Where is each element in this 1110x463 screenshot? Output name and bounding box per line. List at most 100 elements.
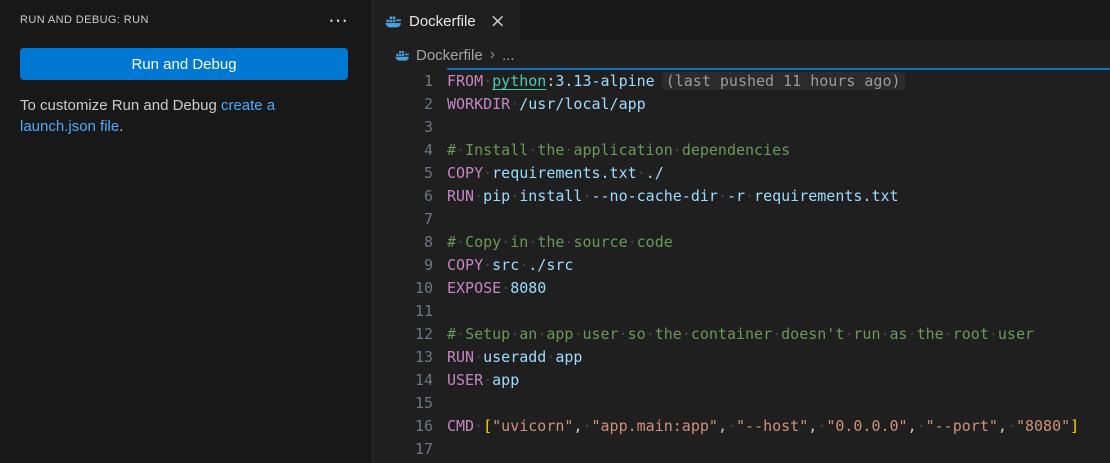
code-token: application xyxy=(573,141,672,159)
code-token: code xyxy=(637,233,673,251)
whitespace-dot: · xyxy=(483,164,492,182)
code-token: app xyxy=(555,348,582,366)
whitespace-dot: · xyxy=(989,325,998,343)
code-line[interactable]: 13RUN·useradd·app xyxy=(373,346,1110,369)
code-token: , xyxy=(908,417,917,435)
breadcrumb-file[interactable]: Dockerfile xyxy=(416,47,483,64)
run-and-debug-button[interactable]: Run and Debug xyxy=(20,48,348,80)
code-line[interactable]: 11 xyxy=(373,300,1110,323)
code-line[interactable]: 5COPY·requirements.txt·./ xyxy=(373,162,1110,185)
code-token: "--host" xyxy=(736,417,808,435)
code-line[interactable]: 17 xyxy=(373,438,1110,461)
code-token: src xyxy=(492,256,519,274)
code-token: 8080 xyxy=(510,279,546,297)
code-token: app xyxy=(492,371,519,389)
code-token: /usr/local/app xyxy=(519,95,645,113)
code-line[interactable]: 6RUN·pip·install·--no-cache-dir·-r·requi… xyxy=(373,185,1110,208)
whitespace-dot: · xyxy=(519,256,528,274)
image-name-link[interactable]: python xyxy=(492,72,546,90)
whitespace-dot: · xyxy=(745,187,754,205)
whitespace-dot: · xyxy=(908,325,917,343)
whitespace-dot: · xyxy=(1007,417,1016,435)
launch-json-link[interactable]: launch.json file xyxy=(20,118,119,135)
line-number[interactable]: 17 xyxy=(373,438,433,461)
code-line[interactable]: 9COPY·src·./src xyxy=(373,254,1110,277)
whitespace-dot: · xyxy=(682,325,691,343)
code-token: user xyxy=(998,325,1034,343)
line-number[interactable]: 14 xyxy=(373,369,433,392)
code-token: doesn't xyxy=(781,325,844,343)
hint-period: . xyxy=(119,118,123,135)
code-line[interactable]: 3 xyxy=(373,116,1110,139)
code-line[interactable]: 4#·Install·the·application·dependencies xyxy=(373,139,1110,162)
code-token: install xyxy=(519,187,582,205)
code-token: as xyxy=(890,325,908,343)
whitespace-dot: · xyxy=(917,417,926,435)
code-line[interactable]: 1FROM·python:3.13-alpine(last pushed 11 … xyxy=(373,70,1110,93)
whitespace-dot: · xyxy=(528,141,537,159)
code-line-content: WORKDIR·/usr/local/app xyxy=(447,93,646,116)
line-number[interactable]: 5 xyxy=(373,162,433,185)
code-token: COPY xyxy=(447,256,483,274)
line-number[interactable]: 3 xyxy=(373,116,433,139)
launch-json-link[interactable]: create a xyxy=(221,97,275,114)
code-token: "--port" xyxy=(926,417,998,435)
code-line[interactable]: 16CMD·["uvicorn",·"app.main:app",·"--hos… xyxy=(373,415,1110,438)
code-token: # xyxy=(447,141,456,159)
tab-dockerfile[interactable]: Dockerfile × xyxy=(373,0,520,42)
code-line-content: EXPOSE·8080 xyxy=(447,277,546,300)
code-token: --no-cache-dir xyxy=(592,187,718,205)
line-number[interactable]: 4 xyxy=(373,139,433,162)
code-line-content: RUN·pip·install·--no-cache-dir·-r·requir… xyxy=(447,185,899,208)
code-token: container xyxy=(691,325,772,343)
code-line[interactable]: 10 EXPOSE·8080 xyxy=(373,277,1110,300)
whitespace-dot: · xyxy=(474,348,483,366)
code-token: ] xyxy=(1070,417,1079,435)
code-lines: 1FROM·python:3.13-alpine(last pushed 11 … xyxy=(373,68,1110,461)
line-number[interactable]: 8 xyxy=(373,231,433,254)
code-line[interactable]: 7 xyxy=(373,208,1110,231)
ellipsis-icon: ⋯ xyxy=(328,8,348,32)
sidebar-header: RUN AND DEBUG: RUN ⋯ xyxy=(0,0,372,27)
line-number[interactable]: 9 xyxy=(373,254,433,277)
code-line[interactable]: 12#·Setup·an·app·user·so·the·container·d… xyxy=(373,323,1110,346)
line-number[interactable]: 13 xyxy=(373,346,433,369)
line-number[interactable]: 10 xyxy=(373,277,433,300)
code-token: "app.main:app" xyxy=(592,417,718,435)
whitespace-dot: · xyxy=(727,417,736,435)
code-line-content: USER·app xyxy=(447,369,519,392)
whitespace-dot: · xyxy=(528,233,537,251)
whitespace-dot: · xyxy=(501,233,510,251)
line-number[interactable]: 12 xyxy=(373,323,433,346)
code-token: COPY xyxy=(447,164,483,182)
code-token: # xyxy=(447,325,456,343)
whitespace-dot: · xyxy=(510,95,519,113)
tab-close-button[interactable]: × xyxy=(488,12,508,31)
whitespace-dot: · xyxy=(619,325,628,343)
code-token: source xyxy=(573,233,627,251)
code-line[interactable]: 8 #·Copy·in·the·source·code xyxy=(373,231,1110,254)
breadcrumb-symbol-picker[interactable]: ... xyxy=(502,47,515,64)
editor-accent-line xyxy=(447,68,1110,70)
line-number[interactable]: 1 xyxy=(373,70,433,93)
code-token: -r xyxy=(727,187,745,205)
code-line[interactable]: 14 USER·app xyxy=(373,369,1110,392)
line-number[interactable]: 16 xyxy=(373,415,433,438)
code-token: USER xyxy=(447,371,483,389)
whitespace-dot: · xyxy=(510,325,519,343)
code-line-content: #·Copy·in·the·source·code xyxy=(447,231,673,254)
code-token: [ xyxy=(483,417,492,435)
more-actions-button[interactable]: ⋯ xyxy=(324,13,352,27)
line-number[interactable]: 15 xyxy=(373,392,433,415)
code-line[interactable]: 15 xyxy=(373,392,1110,415)
code-line[interactable]: 2 WORKDIR·/usr/local/app xyxy=(373,93,1110,116)
code-line-content: COPY·src·./src xyxy=(447,254,573,277)
code-editor[interactable]: 1FROM·python:3.13-alpine(last pushed 11 … xyxy=(373,68,1110,463)
whitespace-dot: · xyxy=(456,233,465,251)
line-number[interactable]: 11 xyxy=(373,300,433,323)
line-number[interactable]: 2 xyxy=(373,93,433,116)
whitespace-dot: · xyxy=(637,164,646,182)
whitespace-dot: · xyxy=(628,233,637,251)
line-number[interactable]: 6 xyxy=(373,185,433,208)
line-number[interactable]: 7 xyxy=(373,208,433,231)
